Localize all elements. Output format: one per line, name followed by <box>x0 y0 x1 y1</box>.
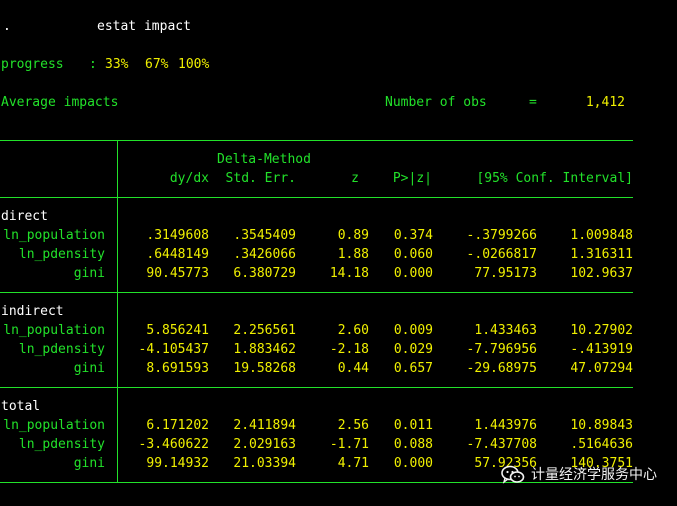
cell-z: 0.44 <box>337 361 369 376</box>
group-separator-1 <box>0 292 633 293</box>
cell-stderr: 19.58268 <box>233 361 296 376</box>
group-label-indirect: indirect <box>1 304 64 319</box>
cell-dydx: .6448149 <box>146 247 209 262</box>
cell-ci-low: 1.433463 <box>474 323 537 338</box>
cell-ci-high: -.413919 <box>570 342 633 357</box>
watermark-text: 计量经济学服务中心 <box>531 467 657 483</box>
cell-ci-high: 102.9637 <box>570 266 633 281</box>
cell-dydx: 6.171202 <box>146 418 209 433</box>
group-label-direct: direct <box>1 209 48 224</box>
wechat-icon <box>501 465 525 485</box>
cell-z: 0.89 <box>337 228 369 243</box>
row-var: ln_population <box>3 228 105 243</box>
cell-dydx: -4.105437 <box>138 342 209 357</box>
header-stderr: Std. Err. <box>225 171 296 186</box>
progress-step-33: 33% <box>105 57 129 72</box>
cell-ci-high: 1.009848 <box>570 228 633 243</box>
header-conf-interval: [95% Conf. Interval] <box>476 171 633 186</box>
cell-pvalue: 0.011 <box>393 418 433 433</box>
cell-dydx: -3.460622 <box>138 437 209 452</box>
cell-dydx: .3149608 <box>146 228 209 243</box>
cell-pvalue: 0.088 <box>393 437 433 452</box>
row-var: ln_pdensity <box>18 437 105 452</box>
cell-ci-high: 10.27902 <box>570 323 633 338</box>
progress-step-100: 100% <box>178 57 210 72</box>
obs-label: Number of obs <box>385 95 487 110</box>
table-column-divider <box>117 140 118 483</box>
header-dydx: dy/dx <box>169 171 209 186</box>
cell-z: 1.88 <box>337 247 369 262</box>
row-var: ln_pdensity <box>18 247 105 262</box>
obs-equals: = <box>529 95 537 110</box>
cell-z: 2.56 <box>337 418 369 433</box>
group-label-total: total <box>1 399 41 414</box>
header-z: z <box>351 171 359 186</box>
obs-value: 1,412 <box>585 95 625 110</box>
cell-pvalue: 0.000 <box>393 456 433 471</box>
cell-z: 14.18 <box>329 266 369 281</box>
cell-ci-low: 1.443976 <box>474 418 537 433</box>
command-prompt: . <box>3 19 11 34</box>
cell-ci-low: -7.437708 <box>466 437 537 452</box>
cell-ci-high: 10.89843 <box>570 418 633 433</box>
cell-stderr: .3426066 <box>233 247 296 262</box>
cell-z: 2.60 <box>337 323 369 338</box>
cell-stderr: 2.411894 <box>233 418 296 433</box>
progress-step-67: 67% <box>145 57 169 72</box>
command-text: estat impact <box>97 19 191 34</box>
progress-label: progress <box>1 57 64 72</box>
row-var: gini <box>73 361 105 376</box>
table-header-rule <box>0 197 633 198</box>
row-var: ln_pdensity <box>18 342 105 357</box>
cell-stderr: 1.883462 <box>233 342 296 357</box>
cell-stderr: 2.029163 <box>233 437 296 452</box>
row-var: gini <box>73 266 105 281</box>
row-var: ln_population <box>3 418 105 433</box>
cell-dydx: 8.691593 <box>146 361 209 376</box>
cell-ci-low: 77.95173 <box>474 266 537 281</box>
cell-dydx: 90.45773 <box>146 266 209 281</box>
cell-stderr: 21.03394 <box>233 456 296 471</box>
cell-pvalue: 0.029 <box>393 342 433 357</box>
cell-dydx: 5.856241 <box>146 323 209 338</box>
stata-results-window: . estat impact progress : 33% 67% 100% A… <box>0 0 677 506</box>
summary-title: Average impacts <box>1 95 119 110</box>
cell-z: -2.18 <box>329 342 369 357</box>
cell-ci-low: -.0266817 <box>466 247 537 262</box>
cell-z: 4.71 <box>337 456 369 471</box>
cell-pvalue: 0.009 <box>393 323 433 338</box>
table-top-rule <box>0 140 633 141</box>
cell-ci-low: -7.796956 <box>466 342 537 357</box>
progress-colon: : <box>89 57 97 72</box>
cell-pvalue: 0.657 <box>393 361 433 376</box>
cell-ci-low: -.3799266 <box>466 228 537 243</box>
cell-ci-high: .5164636 <box>570 437 633 452</box>
watermark: 计量经济学服务中心 <box>501 465 657 485</box>
group-separator-2 <box>0 387 633 388</box>
cell-z: -1.71 <box>329 437 369 452</box>
cell-dydx: 99.14932 <box>146 456 209 471</box>
cell-stderr: 2.256561 <box>233 323 296 338</box>
cell-pvalue: 0.060 <box>393 247 433 262</box>
cell-ci-low: -29.68975 <box>466 361 537 376</box>
header-pvalue: P>|z| <box>392 171 432 186</box>
header-delta-method: Delta-Method <box>217 152 311 167</box>
cell-ci-high: 1.316311 <box>570 247 633 262</box>
row-var: ln_population <box>3 323 105 338</box>
cell-pvalue: 0.000 <box>393 266 433 281</box>
cell-pvalue: 0.374 <box>393 228 433 243</box>
row-var: gini <box>73 456 105 471</box>
cell-ci-high: 47.07294 <box>570 361 633 376</box>
cell-stderr: .3545409 <box>233 228 296 243</box>
cell-stderr: 6.380729 <box>233 266 296 281</box>
